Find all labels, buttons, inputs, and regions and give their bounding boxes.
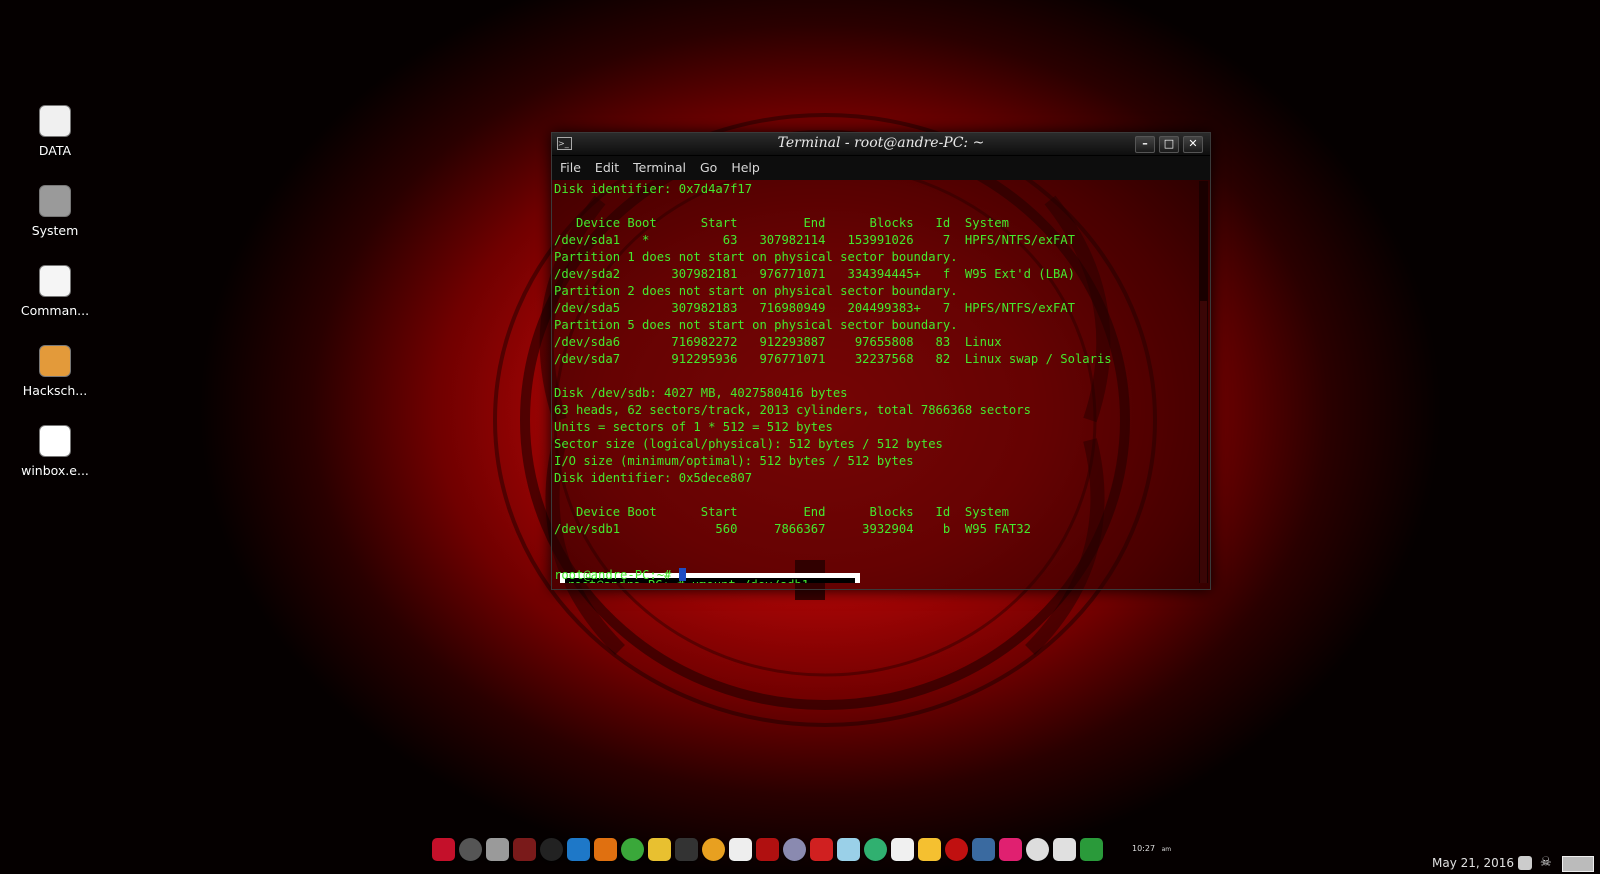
close-button[interactable]: ✕: [1183, 136, 1203, 153]
title-bar[interactable]: >_ Terminal - root@andre-PC: ~ – □ ✕: [552, 133, 1210, 156]
terminal-line: Disk identifier: 0x5dece807: [554, 471, 753, 485]
text-cursor: [678, 568, 686, 581]
menu-bar: File Edit Terminal Go Help: [552, 156, 1210, 180]
camera-icon[interactable]: [675, 838, 698, 861]
scrollbar-thumb[interactable]: [1200, 301, 1207, 583]
stack-icon[interactable]: [702, 838, 725, 861]
clock-time: 10:27: [1132, 844, 1156, 853]
drive-icon: [39, 185, 71, 217]
terminal-icon[interactable]: [540, 838, 563, 861]
terminal-line: /dev/sda1 * 63 307982114 153991026 7 HPF…: [554, 233, 1075, 247]
terminal-line: Partition 5 does not start on physical s…: [554, 318, 958, 332]
maximize-button[interactable]: □: [1159, 136, 1179, 153]
hacker-mask-icon[interactable]: [945, 838, 968, 861]
lightning-icon[interactable]: [864, 838, 887, 861]
close-icon: ✕: [1188, 137, 1198, 150]
drive-icon: [39, 105, 71, 137]
menu-terminal[interactable]: Terminal: [625, 156, 692, 175]
prompt-line[interactable]: root@andre-PC:~#: [554, 567, 686, 583]
desktop-icon-label: Comman...: [20, 303, 90, 318]
minimize-button[interactable]: –: [1135, 136, 1155, 153]
terminal-line: /dev/sda5 307982183 716980949 204499383+…: [554, 301, 1075, 315]
anonymous-icon[interactable]: [1026, 838, 1049, 861]
anchor-icon[interactable]: [432, 838, 455, 861]
text-file-icon: [39, 265, 71, 297]
speaker-icon[interactable]: [999, 838, 1022, 861]
desktop-icon[interactable]: winbox.e...: [12, 425, 98, 478]
menu-help[interactable]: Help: [723, 156, 766, 175]
terminal-output[interactable]: Disk identifier: 0x7d4a7f17 Device Boot …: [554, 181, 1196, 583]
desktop-icon-label: System: [31, 223, 79, 238]
eye-icon[interactable]: [837, 838, 860, 861]
terminal-line: Disk identifier: 0x7d4a7f17: [554, 182, 753, 196]
terminal-line: Sector size (logical/physical): 512 byte…: [554, 437, 943, 451]
desktop-icon-label: DATA: [38, 143, 72, 158]
toggle-icon[interactable]: [621, 838, 644, 861]
task-manager-icon[interactable]: [513, 838, 536, 861]
terminal-line: Partition 1 does not start on physical s…: [554, 250, 958, 264]
pirate-icon[interactable]: ☠: [1540, 856, 1554, 870]
menu-file[interactable]: File: [552, 156, 587, 175]
antenna-icon[interactable]: [756, 838, 779, 861]
waveform-icon[interactable]: [594, 838, 617, 861]
tray-date[interactable]: May 21, 2016: [1432, 856, 1514, 870]
dock: 10:27 am: [432, 836, 1172, 874]
film-reel-icon[interactable]: [783, 838, 806, 861]
cloud-icon[interactable]: [486, 838, 509, 861]
desktop-icon-label: winbox.e...: [21, 463, 89, 478]
notes-icon[interactable]: [648, 838, 671, 861]
desktop-icon-label: Hacksch...: [22, 383, 88, 398]
refresh-icon[interactable]: [1518, 856, 1532, 870]
scrollbar[interactable]: [1199, 181, 1208, 583]
terminal-line: Disk /dev/sdb: 4027 MB, 4027580416 bytes: [554, 386, 848, 400]
globe-icon[interactable]: [459, 838, 482, 861]
terminal-line: Device Boot Start End Blocks Id System: [554, 216, 1009, 230]
trash-icon[interactable]: [1053, 838, 1076, 861]
system-tray: May 21, 2016 ☠: [1424, 852, 1600, 874]
window-title: Terminal - root@andre-PC: ~: [777, 135, 985, 151]
exe-icon: [39, 425, 71, 457]
terminal-window[interactable]: >_ Terminal - root@andre-PC: ~ – □ ✕ Fil…: [551, 132, 1211, 590]
usb-icon[interactable]: [891, 838, 914, 861]
clock-suffix: am: [1161, 846, 1172, 853]
terminal-line: /dev/sdb1 560 7866367 3932904 b W95 FAT3…: [554, 522, 1031, 536]
keyhole-icon[interactable]: [972, 838, 995, 861]
dock-clock: 10:27 am: [1132, 844, 1171, 853]
terminal-line: I/O size (minimum/optimal): 512 bytes / …: [554, 454, 914, 468]
desktop-icon[interactable]: Comman...: [12, 265, 98, 318]
package-icon: [39, 345, 71, 377]
sticky-note-icon[interactable]: [918, 838, 941, 861]
menu-go[interactable]: Go: [692, 156, 723, 175]
menu-edit[interactable]: Edit: [587, 156, 625, 175]
terminal-line: 63 heads, 62 sectors/track, 2013 cylinde…: [554, 403, 1031, 417]
desktop-icon[interactable]: Hacksch...: [12, 345, 98, 398]
maximize-icon: □: [1163, 137, 1175, 150]
orb-icon[interactable]: [1080, 838, 1103, 861]
terminal-line: Partition 2 does not start on physical s…: [554, 284, 958, 298]
terminal-line: /dev/sda2 307982181 976771071 334394445+…: [554, 267, 1075, 281]
virus-icon[interactable]: [810, 838, 833, 861]
terminal-line: /dev/sda7 912295936 976771071 32237568 8…: [554, 352, 1112, 366]
shell-prompt: root@andre-PC:~#: [554, 568, 679, 582]
terminal-line: /dev/sda6 716982272 912293887 97655808 8…: [554, 335, 1002, 349]
desktop-icon[interactable]: System: [12, 185, 98, 238]
oscilloscope-icon[interactable]: [567, 838, 590, 861]
minimize-icon: –: [1142, 137, 1148, 150]
terminal-line: Units = sectors of 1 * 512 = 512 bytes: [554, 420, 833, 434]
pen-icon[interactable]: [729, 838, 752, 861]
battery-icon[interactable]: [1562, 856, 1594, 872]
terminal-line: Device Boot Start End Blocks Id System: [554, 505, 1009, 519]
desktop-icon[interactable]: DATA: [12, 105, 98, 158]
